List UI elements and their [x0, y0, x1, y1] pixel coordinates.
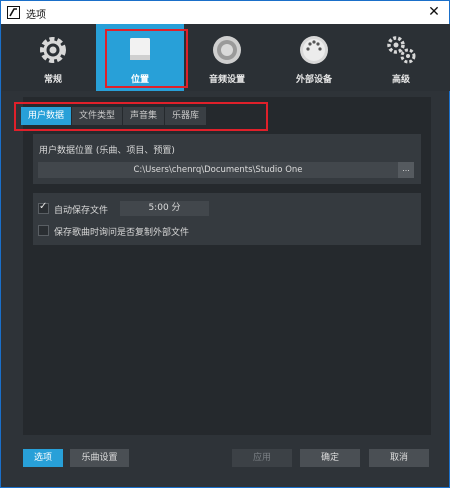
- sub-tab-bar: 用户数据 文件类型 声音集 乐器库: [21, 107, 207, 125]
- tab-general[interactable]: 常规: [9, 24, 97, 91]
- autosave-label: 自动保存文件: [54, 206, 109, 216]
- tab-external-devices[interactable]: 外部设备: [270, 24, 358, 91]
- ok-button[interactable]: 确定: [300, 449, 360, 467]
- tab-locations-label: 位置: [130, 75, 149, 85]
- location-drive-icon: [130, 38, 150, 60]
- subtab-user-data[interactable]: 用户数据: [21, 107, 72, 125]
- tab-general-label: 常规: [43, 75, 62, 85]
- apply-button[interactable]: 应用: [232, 449, 292, 467]
- song-settings-button[interactable]: 乐曲设置: [70, 449, 129, 467]
- title-bar: 选项 ✕: [1, 1, 449, 24]
- user-data-location-label: 用户数据位置 (乐曲、项目、预置): [39, 146, 175, 156]
- tab-external-devices-label: 外部设备: [295, 75, 332, 85]
- browse-button[interactable]: ...: [398, 162, 414, 178]
- speaker-icon: [213, 36, 241, 64]
- tab-audio-setup-label: 音频设置: [208, 75, 245, 85]
- cancel-button[interactable]: 取消: [369, 449, 429, 467]
- subtab-sound-sets[interactable]: 声音集: [123, 107, 165, 125]
- autosave-interval-field[interactable]: 5:00 分: [120, 201, 209, 216]
- gears-icon: [387, 36, 416, 64]
- copy-external-files-checkbox[interactable]: [38, 225, 49, 236]
- options-window: 选项 ✕ 常规 位置 音频设置 外部设备 高级 用户数据 文件类型 声音集 乐器…: [0, 0, 450, 488]
- studio-one-app-icon: [7, 6, 20, 19]
- subtab-instrument-library[interactable]: 乐器库: [165, 107, 207, 125]
- copy-external-files-label: 保存歌曲时询问是否复制外部文件: [54, 228, 190, 238]
- window-title: 选项: [26, 10, 46, 21]
- tab-locations[interactable]: 位置: [96, 24, 184, 91]
- tab-advanced[interactable]: 高级: [357, 24, 445, 91]
- midi-plug-icon: [300, 36, 328, 64]
- gear-icon: [40, 37, 66, 63]
- tab-advanced-label: 高级: [391, 75, 410, 85]
- category-toolbar: 常规 位置 音频设置 外部设备 高级: [2, 24, 450, 91]
- subtab-file-types[interactable]: 文件类型: [72, 107, 123, 125]
- autosave-checkbox[interactable]: [38, 201, 49, 214]
- options-button[interactable]: 选项: [23, 449, 63, 467]
- user-data-path-field[interactable]: C:\Users\chenrq\Documents\Studio One: [38, 162, 398, 178]
- tab-audio-setup[interactable]: 音频设置: [183, 24, 271, 91]
- close-icon[interactable]: ✕: [425, 3, 443, 21]
